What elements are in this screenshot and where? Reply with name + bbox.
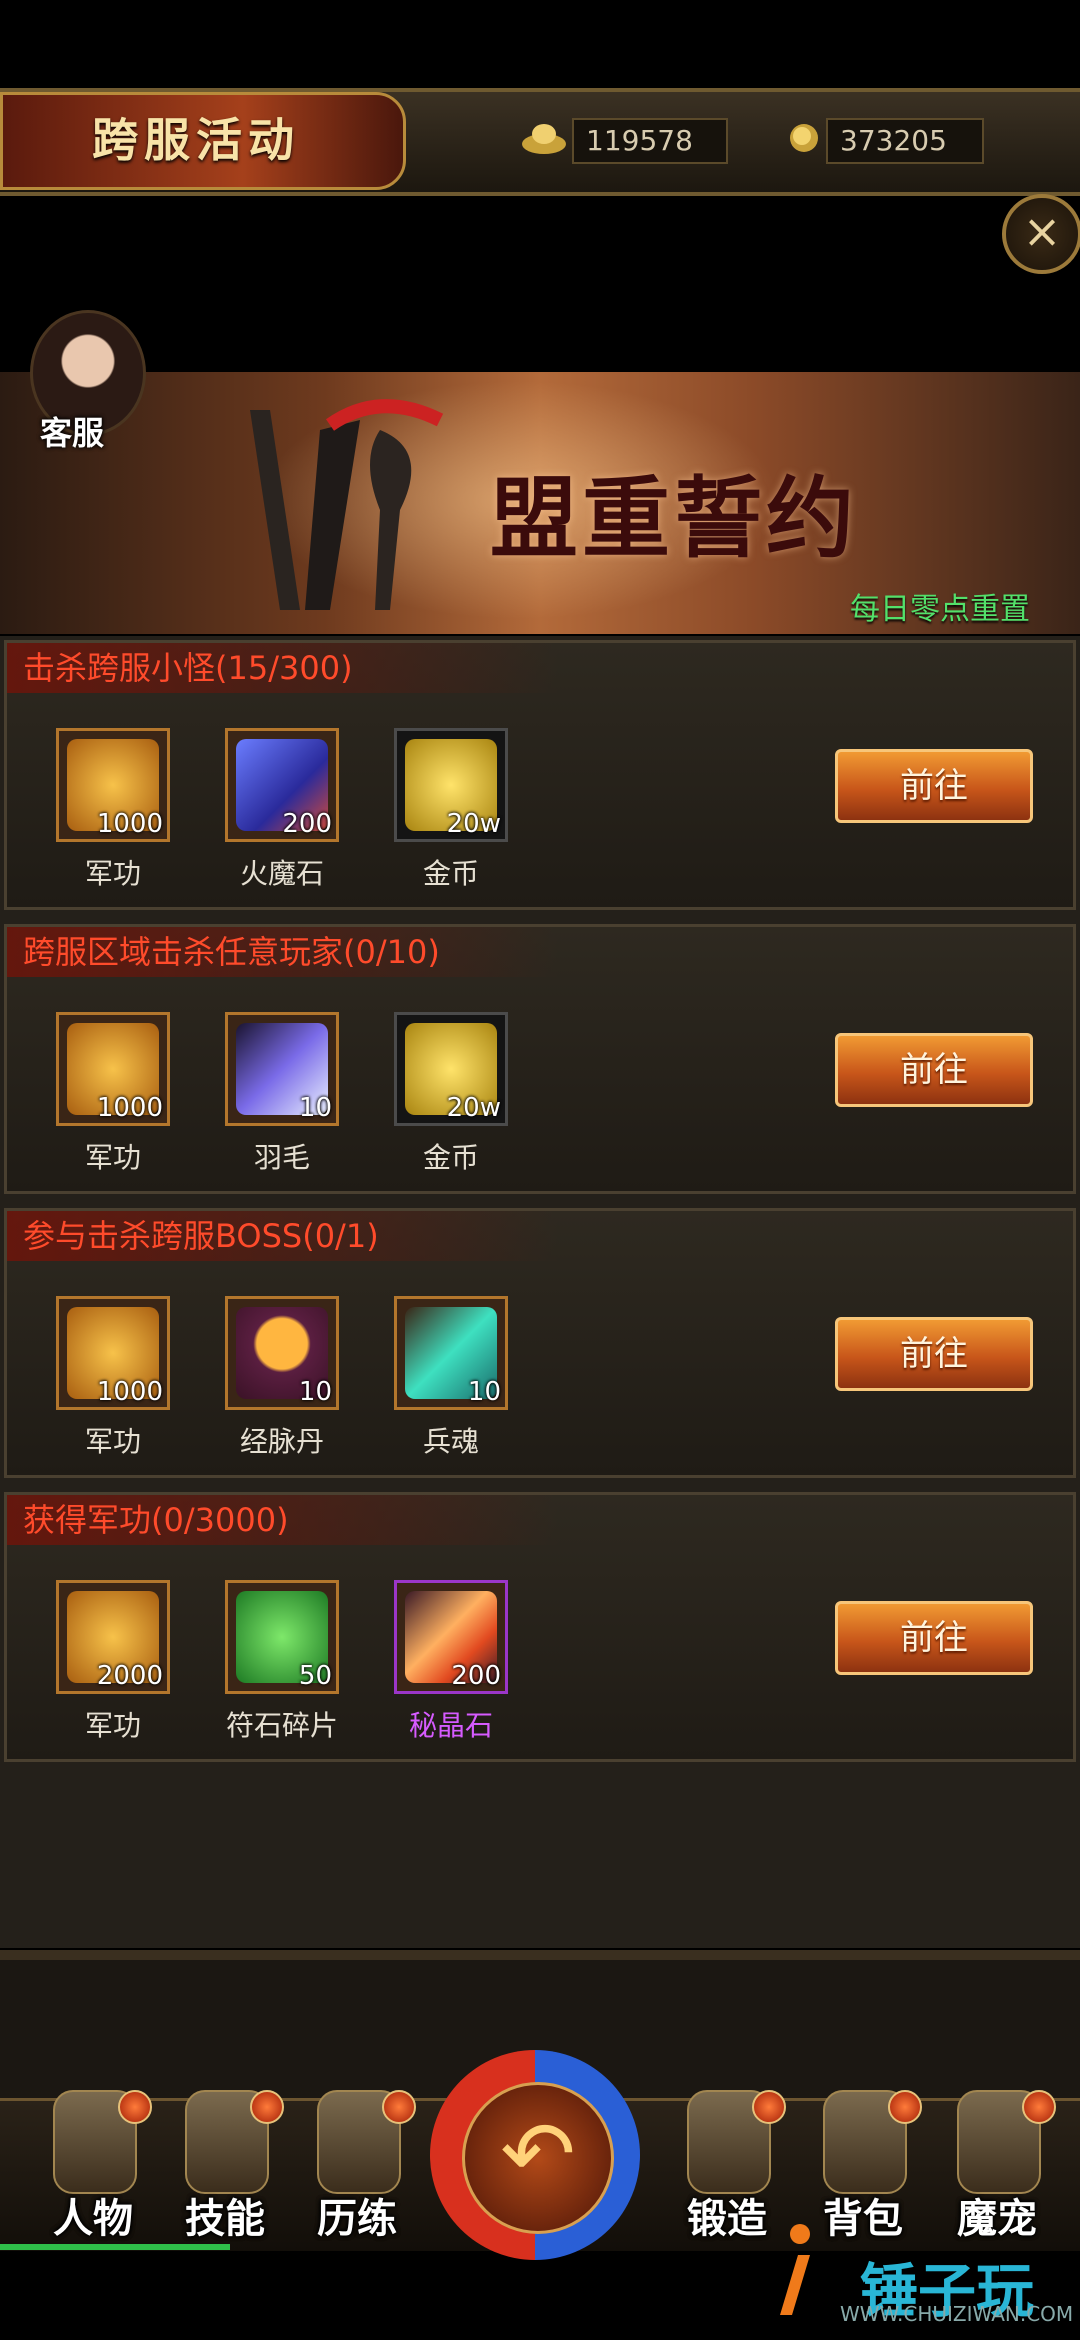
reward-slot[interactable]: 1000 (56, 1012, 170, 1126)
reward-qty: 200 (282, 809, 332, 839)
dock-training-button[interactable]: 历练 (292, 2090, 422, 2250)
reset-notice: 每日零点重置 (850, 592, 1030, 627)
reward-name: 羽毛 (253, 1141, 310, 1174)
notification-dot-icon (382, 2090, 416, 2124)
reward-slot[interactable]: 1000 (56, 1296, 170, 1410)
reward-name: 经脉丹 (239, 1425, 324, 1458)
banner-title: 盟重誓约 (490, 466, 859, 570)
reward-name: 军功 (84, 1425, 141, 1458)
panel-divider (0, 1950, 1080, 1960)
notification-dot-icon (250, 2090, 284, 2124)
notification-dot-icon (888, 2090, 922, 2124)
ingot-counter: 119578 (572, 118, 728, 164)
return-arrow-icon: ↶ (500, 2102, 576, 2207)
close-icon: × (1022, 204, 1062, 258)
reward-name: 兵魂 (422, 1425, 479, 1458)
progress-strip (0, 2244, 230, 2250)
reward-name: 军功 (84, 1709, 141, 1742)
go-button[interactable]: 前往 (835, 1317, 1033, 1391)
page-title: 跨服活动 (92, 113, 300, 167)
weapons-illustration (210, 390, 470, 620)
task-title: 参与击杀跨服BOSS(0/1) (7, 1211, 559, 1261)
notification-dot-icon (1022, 2090, 1056, 2124)
reward-slot[interactable]: 10 (394, 1296, 508, 1410)
coin-value: 373205 (840, 124, 947, 157)
reward-qty: 10 (298, 1093, 332, 1123)
watermark-url: WWW.CHUIZIWAN.COM (840, 2302, 1074, 2326)
reward-name: 军功 (84, 857, 141, 890)
dock-character-button[interactable]: 人物 (28, 2090, 158, 2250)
dock-skills-button[interactable]: 技能 (160, 2090, 290, 2250)
reward-name: 金币 (422, 857, 479, 890)
go-button[interactable]: 前往 (835, 1601, 1033, 1675)
task-title: 跨服区域击杀任意玩家(0/10) (7, 927, 559, 977)
reward-qty: 50 (298, 1661, 332, 1691)
task-title: 击杀跨服小怪(15/300) (7, 643, 559, 693)
reward-name: 军功 (84, 1141, 141, 1174)
dock-pet-button[interactable]: 魔宠 (932, 2090, 1062, 2250)
ingot-value: 119578 (586, 124, 693, 157)
reward-slot[interactable]: 20w (394, 728, 508, 842)
close-button[interactable]: × (1002, 194, 1080, 274)
reward-qty: 20w (446, 1093, 501, 1123)
reward-slot[interactable]: 10 (225, 1012, 339, 1126)
reward-qty: 1000 (96, 1093, 163, 1123)
reward-qty: 1000 (96, 809, 163, 839)
notification-dot-icon (118, 2090, 152, 2124)
coin-counter: 373205 (826, 118, 984, 164)
reward-qty: 2000 (96, 1661, 163, 1691)
ingot-icon (520, 120, 568, 156)
dock-label: 技能 (185, 2195, 265, 2242)
reward-qty: 20w (446, 809, 501, 839)
dock-label: 魔宠 (957, 2195, 1037, 2242)
reward-qty: 10 (298, 1377, 332, 1407)
go-button[interactable]: 前往 (835, 749, 1033, 823)
dock-label: 历练 (317, 2195, 397, 2242)
reward-slot[interactable]: 200 (225, 728, 339, 842)
reward-slot[interactable]: 20w (394, 1012, 508, 1126)
reward-slot[interactable]: 50 (225, 1580, 339, 1694)
coin-icon (786, 120, 826, 156)
reward-name: 符石碎片 (225, 1709, 338, 1742)
reward-name: 金币 (422, 1141, 479, 1174)
reward-qty: 200 (451, 1661, 501, 1691)
reward-name: 秘晶石 (408, 1709, 493, 1742)
back-button[interactable]: ↶ (462, 2082, 614, 2234)
go-button[interactable]: 前往 (835, 1033, 1033, 1107)
task-title: 获得军功(0/3000) (7, 1495, 559, 1545)
reward-qty: 10 (467, 1377, 501, 1407)
reward-slot[interactable]: 10 (225, 1296, 339, 1410)
reward-qty: 1000 (96, 1377, 163, 1407)
notification-dot-icon (752, 2090, 786, 2124)
customer-service-label: 客服 (40, 414, 105, 452)
reward-slot[interactable]: 200 (394, 1580, 508, 1694)
dock-label: 人物 (53, 2195, 133, 2242)
watermark-logo-icon (770, 2220, 830, 2320)
reward-name: 火魔石 (239, 857, 324, 890)
reward-slot[interactable]: 1000 (56, 728, 170, 842)
reward-slot[interactable]: 2000 (56, 1580, 170, 1694)
